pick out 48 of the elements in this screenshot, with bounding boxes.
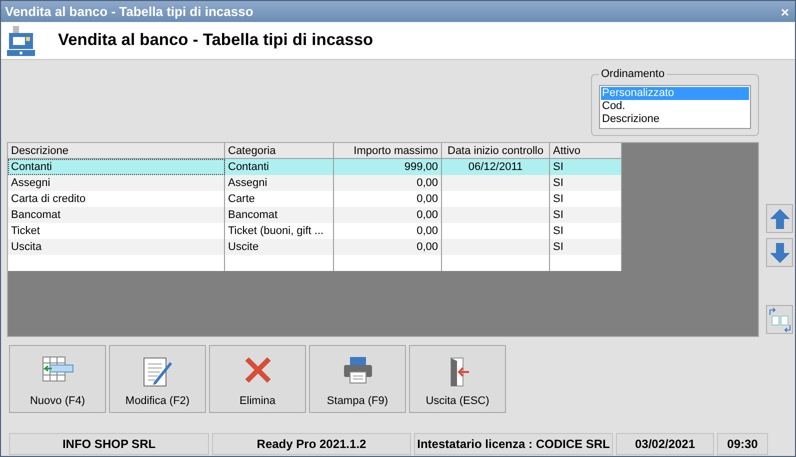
table-cell: 06/12/2011 xyxy=(442,159,550,175)
column-header[interactable]: Importo massimo xyxy=(334,143,442,159)
table-cell: Bancomat xyxy=(225,207,334,223)
table-cell: SI xyxy=(550,207,622,223)
action-button[interactable]: Modifica (F2) xyxy=(109,345,206,413)
status-field: Ready Pro 2021.1.2 xyxy=(212,433,411,455)
table-cell: Uscite xyxy=(225,239,334,255)
action-button[interactable]: Nuovo (F4) xyxy=(9,345,106,413)
table-cell: 999,00 xyxy=(334,159,442,175)
group-title: Ordinamento xyxy=(599,68,667,80)
sort-option[interactable]: Descrizione xyxy=(601,113,749,126)
up-arrow-icon xyxy=(768,208,790,230)
column-header[interactable]: Data inizio controllo xyxy=(442,143,550,159)
window-title: Vendita al banco - Tabella tipi di incasso xyxy=(5,4,254,19)
table-cell: SI xyxy=(550,159,622,175)
table-insert-icon xyxy=(42,356,74,382)
column-header[interactable]: Descrizione xyxy=(8,143,225,159)
status-field: Intestatario licenza : CODICE SRL xyxy=(414,433,613,455)
table-cell: Uscita xyxy=(8,239,225,255)
table-cell: Bancomat xyxy=(8,207,225,223)
table-cell: 0,00 xyxy=(334,207,442,223)
column-header[interactable]: Categoria xyxy=(225,143,334,159)
cash-register-icon xyxy=(7,24,35,56)
table-cell: 0,00 xyxy=(334,175,442,191)
move-down-button[interactable] xyxy=(766,238,793,267)
action-button[interactable]: Uscita (ESC) xyxy=(409,345,506,413)
status-field: INFO SHOP SRL xyxy=(9,433,209,455)
table-cell: SI xyxy=(550,175,622,191)
action-button[interactable]: Elimina xyxy=(209,345,306,413)
table-cell: Assegni xyxy=(8,175,225,191)
status-field: 03/02/2021 xyxy=(616,433,714,455)
delete-x-icon xyxy=(244,356,272,384)
table-cell: 0,00 xyxy=(334,239,442,255)
printer-icon xyxy=(342,356,372,384)
status-field: 09:30 xyxy=(717,433,768,455)
sort-option[interactable]: Cod. xyxy=(601,100,749,113)
table-cell: Contanti xyxy=(225,159,334,175)
swap-pages-icon xyxy=(768,306,792,332)
table-cell: Contanti xyxy=(8,159,225,175)
table-cell: SI xyxy=(550,239,622,255)
down-arrow-icon xyxy=(768,242,790,264)
column-header[interactable]: Attivo xyxy=(550,143,622,159)
action-button[interactable]: Stampa (F9) xyxy=(309,345,406,413)
page-title: Vendita al banco - Tabella tipi di incasso xyxy=(58,31,374,50)
swap-button[interactable] xyxy=(766,305,793,334)
move-up-button[interactable] xyxy=(766,204,793,233)
document-edit-icon xyxy=(142,356,172,388)
table-cell: Assegni xyxy=(225,175,334,191)
